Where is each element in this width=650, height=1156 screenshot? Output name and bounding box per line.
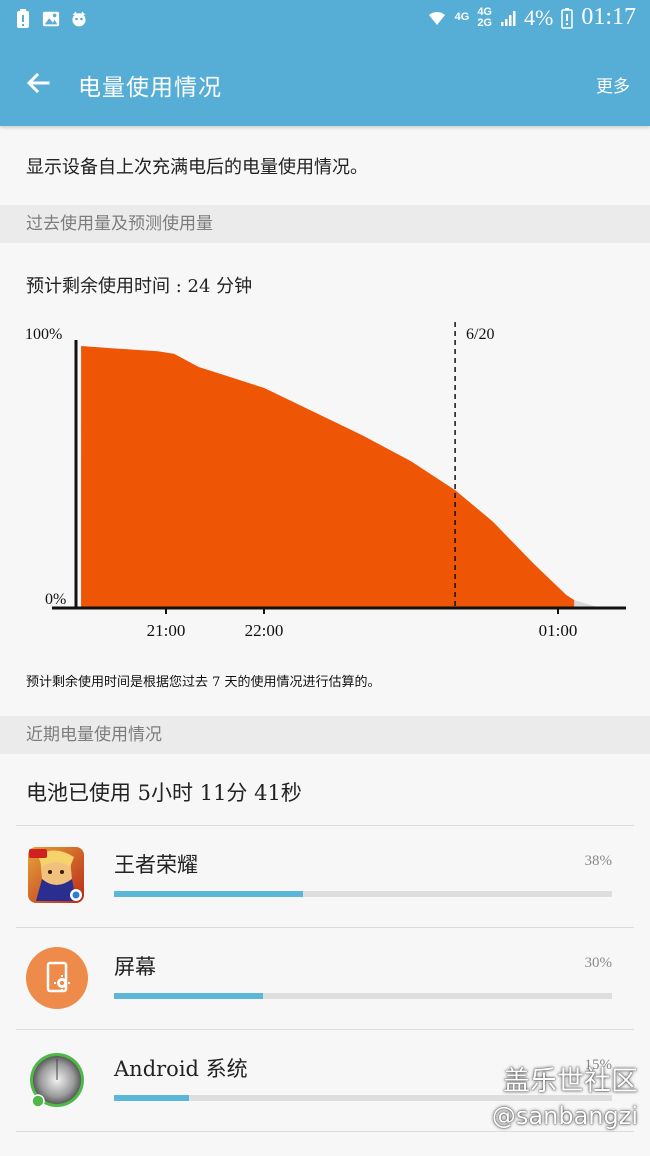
battery-description: 显示设备自上次充满电后的电量使用情况。 [26,157,368,178]
watermark: 盖乐世社区 @sanbangzi [492,1064,638,1132]
y-axis-label-100: 100% [25,326,62,343]
usage-bar-fill [114,993,264,999]
usage-item-name: 屏幕 [114,955,156,979]
system-status: 4G 4G 2G 4% 01:17 [427,4,636,31]
arrow-left-icon[interactable] [18,64,58,104]
usage-item-percent: 38% [584,853,613,869]
usage-bar-fill [114,891,304,897]
estimate-footnote: 预计剩余使用时间是根据您过去 7 天的使用情况进行估算的。 [26,675,381,690]
usage-item-honor-of-kings[interactable]: 王者荣耀 38% [0,827,650,927]
watermark-community: 盖乐世社区 [503,1066,638,1097]
network-4g-label: 4G [454,11,470,23]
x-axis-ticks: 21:00 22:00 01:00 [147,608,578,640]
divider [16,1029,634,1030]
x-tick-label: 21:00 [147,621,186,640]
battery-percent: 4% [524,4,554,30]
wifi-icon [428,11,445,25]
notification-icons [14,8,88,30]
estimated-remaining-time: 预计剩余使用时间 : 24 分钟 [26,276,253,297]
screen-icon [26,947,88,1009]
usage-bar-fill [114,1095,189,1101]
divider [16,825,634,826]
usage-item-screen[interactable]: 屏幕 30% [0,929,650,1029]
more-button[interactable]: 更多 [596,72,630,97]
usage-item-name: Android 系统 [114,1057,248,1081]
battery-icon [561,7,574,29]
x-tick-label: 01:00 [539,621,578,640]
battery-used-time: 电池已使用 5小时 11分 41秒 [26,781,302,805]
usage-item-percent: 30% [584,955,613,971]
x-tick-label: 22:00 [245,621,284,640]
honor-of-kings-icon [28,847,84,903]
date-marker-label: 6/20 [466,326,494,343]
app-bar: 电量使用情况 更多 [0,42,650,126]
divider [16,927,634,928]
page-title: 电量使用情况 [78,75,222,101]
y-axis-label-0: 0% [45,591,66,608]
usage-item-name: 王者荣耀 [114,853,198,877]
signal-icon [501,10,516,26]
game-icon [72,11,86,27]
usage-bar-track [114,993,612,999]
section-header-recent-usage: 近期电量使用情况 [0,716,650,754]
battery-alert-icon [17,9,29,28]
battery-usage-chart: 100% 0% 6/20 21:00 22:00 01:00 [25,322,626,640]
usage-bar-track [114,891,612,897]
section-header-past-usage: 过去使用量及预测使用量 [0,205,650,243]
watermark-handle: @sanbangzi [491,1102,638,1130]
dual-sim-label: 4G 2G [477,5,492,29]
battery-level-area [81,346,575,608]
android-system-icon [30,1053,84,1108]
status-bar: 4G 4G 2G 4% 01:17 [0,0,650,42]
chart-plot-area [52,322,626,610]
gallery-icon [42,11,60,27]
clock: 01:17 [581,4,636,30]
